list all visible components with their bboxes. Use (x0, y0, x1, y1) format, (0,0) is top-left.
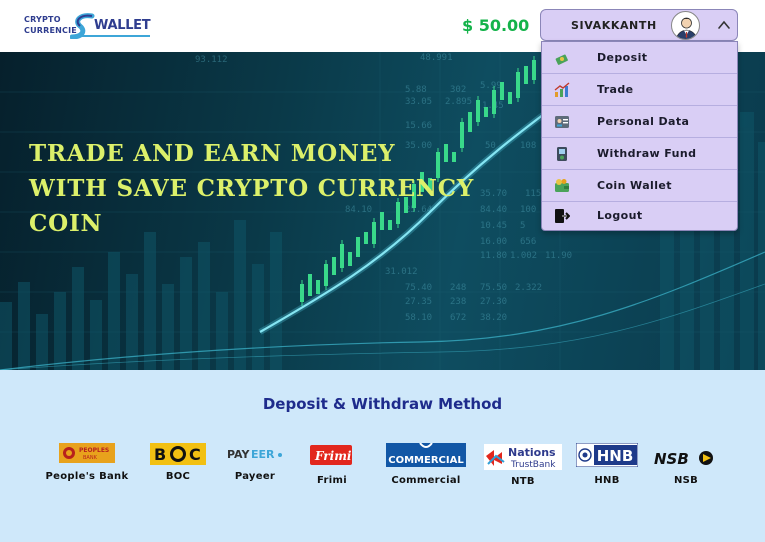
withdraw-icon (557, 147, 567, 161)
svg-text:38.20: 38.20 (480, 313, 507, 323)
bank-boc[interactable]: B C BOC (150, 443, 206, 485)
hero-headline: TRADE AND EARN MONEY WITH SAVE CRYPTO CU… (29, 136, 499, 241)
svg-text:31.012: 31.012 (385, 267, 418, 277)
svg-text:B: B (154, 445, 166, 464)
bank-nsb[interactable]: NSB NSB (653, 449, 719, 487)
svg-text:248: 248 (450, 283, 466, 293)
menu-item-personal-data[interactable]: Personal Data (542, 106, 737, 138)
user-avatar-icon (676, 17, 697, 39)
svg-text:PEOPLES: PEOPLES (79, 447, 109, 454)
svg-text:302: 302 (450, 85, 466, 95)
svg-text:672: 672 (450, 313, 466, 323)
bank-peoples-bank[interactable]: PEOPLES BANK People's Bank (44, 443, 130, 485)
menu-item-coin-wallet[interactable]: Coin Wallet (542, 170, 737, 202)
bank-ntb[interactable]: Nations TrustBank NTB (484, 444, 562, 488)
personal-data-icon (555, 116, 569, 128)
trade-icon (554, 82, 570, 97)
menu-item-withdraw-fund[interactable]: Withdraw Fund (542, 138, 737, 170)
bank-name: Frimi (317, 475, 347, 486)
chevron-up-icon[interactable] (717, 19, 731, 31)
svg-text:75.40: 75.40 (405, 283, 432, 293)
svg-text:93.112: 93.112 (195, 55, 228, 65)
bank-name: BOC (165, 471, 191, 482)
peoples-bank-logo: PEOPLES BANK (59, 443, 115, 463)
logo-text-wallet: WALLET (94, 18, 151, 33)
bank-name: People's Bank (45, 471, 129, 482)
user-dropdown-menu: Deposit Trade Personal Data Withdraw Fun… (541, 41, 738, 231)
hnb-logo: HNB (576, 443, 638, 467)
section-title: Deposit & Withdraw Method (262, 395, 503, 413)
svg-text:11.80: 11.80 (480, 251, 507, 261)
menu-item-label: Personal Data (597, 115, 690, 128)
svg-text:48.991: 48.991 (420, 53, 453, 63)
menu-item-trade[interactable]: Trade (542, 74, 737, 106)
svg-text:27.30: 27.30 (480, 297, 507, 307)
svg-text:238: 238 (450, 297, 466, 307)
svg-text:5: 5 (520, 221, 525, 231)
bank-name: NTB (511, 476, 535, 487)
avatar (671, 11, 700, 40)
menu-item-label: Withdraw Fund (597, 147, 697, 160)
menu-item-label: Trade (597, 83, 634, 96)
svg-text:Frimi: Frimi (314, 449, 352, 463)
svg-text:2.322: 2.322 (515, 283, 542, 293)
hero-headline-line-3: COIN (29, 210, 103, 237)
bank-commercial[interactable]: COMMERCIAL Commercial (386, 443, 466, 487)
logo-underline (82, 35, 150, 37)
svg-text:108: 108 (520, 141, 536, 151)
svg-text:EER: EER (251, 448, 275, 461)
svg-text:11.90: 11.90 (545, 251, 572, 261)
svg-text:115: 115 (525, 189, 541, 199)
svg-text:75.50: 75.50 (480, 283, 507, 293)
svg-text:5.88: 5.88 (405, 85, 427, 95)
nsb-logo: NSB (654, 450, 713, 467)
menu-item-label: Coin Wallet (597, 179, 672, 192)
payeer-logo: PAY EER (227, 448, 282, 461)
svg-text:NSB: NSB (654, 450, 689, 467)
svg-text:Nations: Nations (508, 446, 556, 459)
svg-text:33.05: 33.05 (405, 97, 432, 107)
svg-text:C: C (189, 445, 201, 464)
svg-text:BANK: BANK (83, 455, 98, 461)
bank-name: NSB (673, 475, 699, 486)
svg-text:TrustBank: TrustBank (510, 460, 556, 470)
coin-wallet-icon (555, 179, 569, 192)
bank-payeer[interactable]: PAY EER Payeer (226, 445, 284, 485)
menu-item-deposit[interactable]: Deposit (542, 42, 737, 74)
crypto-wallet-logo[interactable]: CRYPTO CURRENCIE WALLET (22, 10, 152, 42)
svg-text:27.35: 27.35 (405, 297, 432, 307)
svg-text:HNB: HNB (597, 447, 634, 465)
svg-text:COMMERCIAL: COMMERCIAL (388, 455, 464, 466)
bank-frimi[interactable]: Frimi Frimi (310, 445, 354, 487)
deposit-icon (555, 54, 568, 65)
hero-headline-line-1: TRADE AND EARN MONEY (29, 140, 396, 167)
svg-text:5.99: 5.99 (480, 81, 502, 91)
logout-icon (555, 209, 570, 223)
bank-hnb[interactable]: HNB HNB (576, 443, 638, 487)
bank-name: Commercial (391, 475, 461, 486)
svg-text:2.895: 2.895 (445, 97, 472, 107)
bank-name: HNB (594, 475, 620, 486)
commercial-bank-logo: COMMERCIAL (386, 443, 466, 467)
bank-name: Payeer (234, 471, 276, 482)
frimi-logo: Frimi (310, 445, 352, 465)
boc-logo: B C (150, 443, 206, 465)
hero-headline-line-2: WITH SAVE CRYPTO CURRENCY (29, 175, 475, 202)
svg-text:PAY: PAY (227, 448, 251, 461)
user-menu-toggle[interactable]: SIVAKKANTH (540, 9, 738, 41)
menu-item-label: Deposit (597, 51, 648, 64)
svg-text:1.002: 1.002 (510, 251, 537, 261)
menu-item-logout[interactable]: Logout (542, 202, 737, 230)
payment-methods-section: Deposit & Withdraw Method PEOPLES BANK P… (0, 370, 765, 542)
svg-text:58.10: 58.10 (405, 313, 432, 323)
user-name: SIVAKKANTH (571, 19, 657, 32)
menu-item-label: Logout (597, 209, 643, 222)
ntb-logo: Nations TrustBank (484, 444, 562, 470)
svg-text:100: 100 (520, 205, 536, 215)
svg-text:656: 656 (520, 237, 536, 247)
wallet-balance: $ 50.00 (462, 16, 530, 35)
svg-text:15.66: 15.66 (405, 121, 432, 131)
